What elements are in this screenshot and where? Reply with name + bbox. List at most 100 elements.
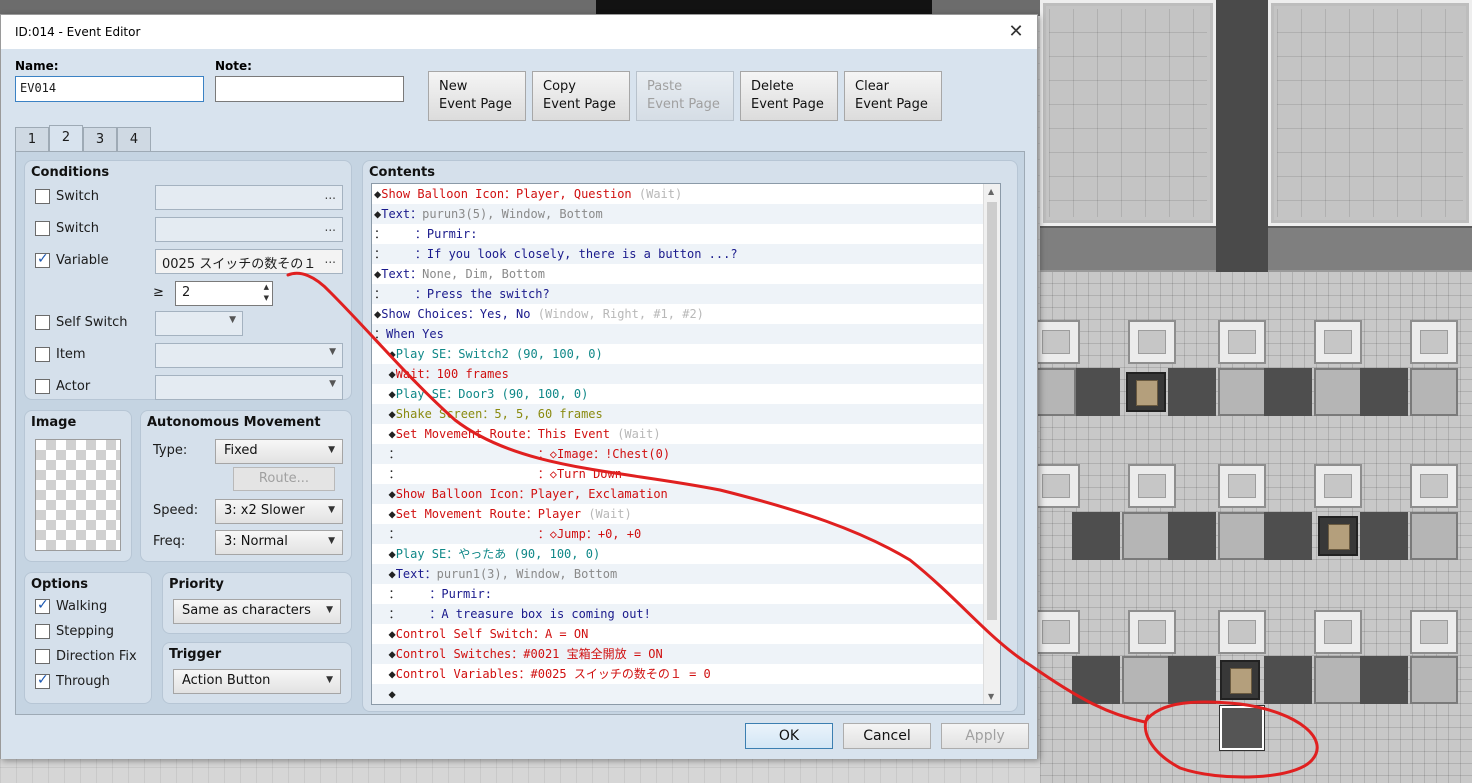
command-row[interactable]: ◆ <box>372 684 1000 704</box>
command-row[interactable]: ：When Yes <box>372 324 1000 344</box>
command-row[interactable]: ◆Play SE：Switch2 (90, 100, 0) <box>372 344 1000 364</box>
direction-fix-checkbox[interactable]: Direction Fix <box>35 649 137 664</box>
image-group: Image <box>24 410 132 562</box>
command-row[interactable]: ◆Play SE：Door3 (90, 100, 0) <box>372 384 1000 404</box>
command-row[interactable]: ： ：If you look closely, there is a butto… <box>372 244 1000 264</box>
trigger-title: Trigger <box>169 647 222 662</box>
switch1-checkbox[interactable]: Switch <box>35 189 99 204</box>
command-row[interactable]: ◆Control Self Switch：A = ON <box>372 624 1000 644</box>
command-row[interactable]: ◆Text：purun1(3), Window, Bottom <box>372 564 1000 584</box>
command-row[interactable]: ◆Show Choices：Yes, No (Window, Right, #1… <box>372 304 1000 324</box>
tab-page-2[interactable]: 2 <box>49 125 83 152</box>
command-bullet-icon: ◆ <box>388 347 396 361</box>
tab-page-4[interactable]: 4 <box>117 127 151 152</box>
variable-checkbox[interactable]: Variable <box>35 251 109 268</box>
actor-select[interactable]: ▼ <box>155 375 343 400</box>
command-row[interactable]: ◆Control Switches：#0021 宝箱全開放 = ON <box>372 644 1000 664</box>
event-image-preview[interactable] <box>35 439 121 551</box>
map-ledge-right <box>1268 226 1472 272</box>
command-row[interactable]: ◆Control Variables：#0025 スイッチの数その１ = 0 <box>372 664 1000 684</box>
scroll-down-icon[interactable]: ▼ <box>988 692 994 701</box>
map-plate <box>1218 320 1266 364</box>
command-text: Play SE：Door3 (90, 100, 0) <box>395 387 589 401</box>
command-row[interactable]: ： ：Purmir: <box>372 224 1000 244</box>
command-text: ：◇Image：!Chest(0) <box>537 447 671 461</box>
through-checkbox[interactable]: Through <box>35 672 110 689</box>
command-row[interactable]: ◆Set Movement Route：Player (Wait) <box>372 504 1000 524</box>
command-row[interactable]: ： ：◇Jump：+0, +0 <box>372 524 1000 544</box>
spin-up-icon[interactable]: ▲ <box>264 283 269 291</box>
map-block <box>1410 368 1458 416</box>
command-bullet-icon: ◆ <box>388 387 396 401</box>
command-bullet-icon: ◆ <box>388 627 396 641</box>
command-bullet-icon: ◆ <box>388 667 396 681</box>
command-row[interactable]: ： ：◇Turn Down <box>372 464 1000 484</box>
command-text: Play SE：やったあ (90, 100, 0) <box>395 547 601 561</box>
priority-select[interactable]: Same as characters ▼ <box>173 599 341 624</box>
variable-amount-spinner[interactable]: 2 ▲ ▼ <box>175 281 273 306</box>
map-selected-event-tile[interactable] <box>1220 706 1264 750</box>
paste-event-page-button[interactable]: Paste Event Page <box>636 71 734 121</box>
close-icon[interactable]: ✕ <box>1001 17 1031 47</box>
movement-speed-select[interactable]: 3: x2 Slower ▼ <box>215 499 343 524</box>
command-row[interactable]: ◆Play SE：やったあ (90, 100, 0) <box>372 544 1000 564</box>
checkbox-box <box>35 624 50 639</box>
command-row[interactable]: ◆Text：None, Dim, Bottom <box>372 264 1000 284</box>
speed-label: Speed: <box>153 503 199 518</box>
command-row[interactable]: ◆Text：purun3(5), Window, Bottom <box>372 204 1000 224</box>
stepping-checkbox[interactable]: Stepping <box>35 624 114 639</box>
trigger-group: Trigger Action Button ▼ <box>162 642 352 704</box>
copy-event-page-button[interactable]: Copy Event Page <box>532 71 630 121</box>
command-row[interactable]: ： ：Press the switch? <box>372 284 1000 304</box>
title-bar[interactable]: ID:014 - Event Editor ✕ <box>1 15 1037 49</box>
map-block <box>1314 368 1362 416</box>
spin-down-icon[interactable]: ▼ <box>264 294 269 302</box>
map-event-chest[interactable] <box>1126 372 1166 412</box>
command-bullet-icon: ◆ <box>388 687 396 701</box>
delete-event-page-button[interactable]: Delete Event Page <box>740 71 838 121</box>
command-row[interactable]: ◆Shake Screen：5, 5, 60 frames <box>372 404 1000 424</box>
scroll-up-icon[interactable]: ▲ <box>988 187 994 196</box>
name-field[interactable]: EV014 <box>15 76 204 102</box>
ok-button[interactable]: OK <box>745 723 833 749</box>
map-plate <box>1314 320 1362 364</box>
self-switch-checkbox[interactable]: Self Switch <box>35 315 128 330</box>
event-command-list[interactable]: ◆ Show Balloon Icon：Player, Question (Wai… <box>371 183 1001 705</box>
self-switch-select[interactable]: ▼ <box>155 311 243 336</box>
command-text: When Yes <box>386 327 444 341</box>
item-checkbox[interactable]: Item <box>35 347 86 362</box>
walking-checkbox[interactable]: Walking <box>35 597 107 614</box>
scroll-thumb[interactable] <box>987 202 997 620</box>
command-row[interactable]: ： ：A treasure box is coming out! <box>372 604 1000 624</box>
map-block <box>1168 512 1216 560</box>
command-row[interactable]: ◆Show Balloon Icon：Player, Exclamation <box>372 484 1000 504</box>
item-select[interactable]: ▼ <box>155 343 343 368</box>
command-row[interactable]: ◆Wait：100 frames <box>372 364 1000 384</box>
actor-checkbox[interactable]: Actor <box>35 379 90 394</box>
map-event-chest[interactable] <box>1318 516 1358 556</box>
command-row[interactable]: ： ：Purmir: <box>372 584 1000 604</box>
map-event-chest[interactable] <box>1220 660 1260 700</box>
checkbox-box-checked <box>35 597 50 614</box>
movement-type-select[interactable]: Fixed ▼ <box>215 439 343 464</box>
route-button[interactable]: Route... <box>233 467 335 491</box>
switch2-field[interactable]: ... <box>155 217 343 242</box>
tab-page-3[interactable]: 3 <box>83 127 117 152</box>
variable-field[interactable]: 0025 スイッチの数その１ ... <box>155 249 343 274</box>
ellipsis-icon: ... <box>324 220 336 234</box>
command-row[interactable]: ◆Set Movement Route：This Event (Wait) <box>372 424 1000 444</box>
switch1-field[interactable]: ... <box>155 185 343 210</box>
note-field[interactable] <box>215 76 404 102</box>
command-row[interactable]: ： ：◇Image：!Chest(0) <box>372 444 1000 464</box>
switch2-checkbox[interactable]: Switch <box>35 221 99 236</box>
movement-freq-select[interactable]: 3: Normal ▼ <box>215 530 343 555</box>
cancel-button[interactable]: Cancel <box>843 723 931 749</box>
apply-button[interactable]: Apply <box>941 723 1029 749</box>
vertical-scrollbar[interactable]: ▲ ▼ <box>983 184 1000 704</box>
event-page-panel: Conditions Switch ... Switch ... ✓ Varia… <box>15 151 1025 715</box>
command-row[interactable]: ◆Show Balloon Icon：Player, Question (Wai… <box>372 184 1000 204</box>
tab-page-1[interactable]: 1 <box>15 127 49 152</box>
new-event-page-button[interactable]: New Event Page <box>428 71 526 121</box>
clear-event-page-button[interactable]: Clear Event Page <box>844 71 942 121</box>
trigger-select[interactable]: Action Button ▼ <box>173 669 341 694</box>
